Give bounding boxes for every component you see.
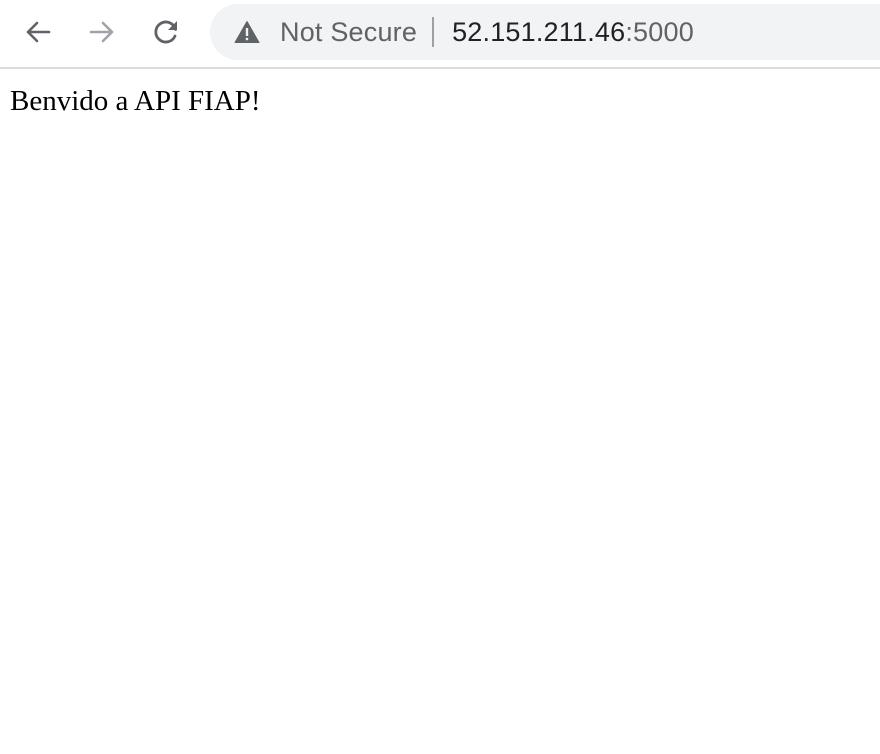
reload-icon — [154, 20, 177, 44]
back-button[interactable] — [20, 14, 56, 50]
reload-button[interactable] — [148, 14, 184, 50]
security-label: Not Secure — [280, 16, 418, 47]
url-host: 52.151.211.46 — [452, 16, 626, 47]
page-body-text: Benvido a API FIAP! — [10, 85, 261, 117]
browser-toolbar: Not Secure 52.151.211.46:5000 — [0, 0, 880, 69]
url-port: :5000 — [625, 16, 694, 47]
forward-button[interactable] — [84, 14, 120, 50]
url-text[interactable]: 52.151.211.46:5000 — [452, 17, 694, 48]
arrow-right-icon — [89, 21, 114, 43]
security-chip[interactable]: Not Secure — [234, 4, 417, 60]
address-bar[interactable]: Not Secure 52.151.211.46:5000 — [210, 4, 880, 60]
page-content: Benvido a API FIAP! — [0, 69, 880, 138]
omnibox-separator — [432, 17, 435, 47]
warning-triangle-icon — [234, 20, 260, 44]
arrow-left-icon — [26, 21, 51, 43]
